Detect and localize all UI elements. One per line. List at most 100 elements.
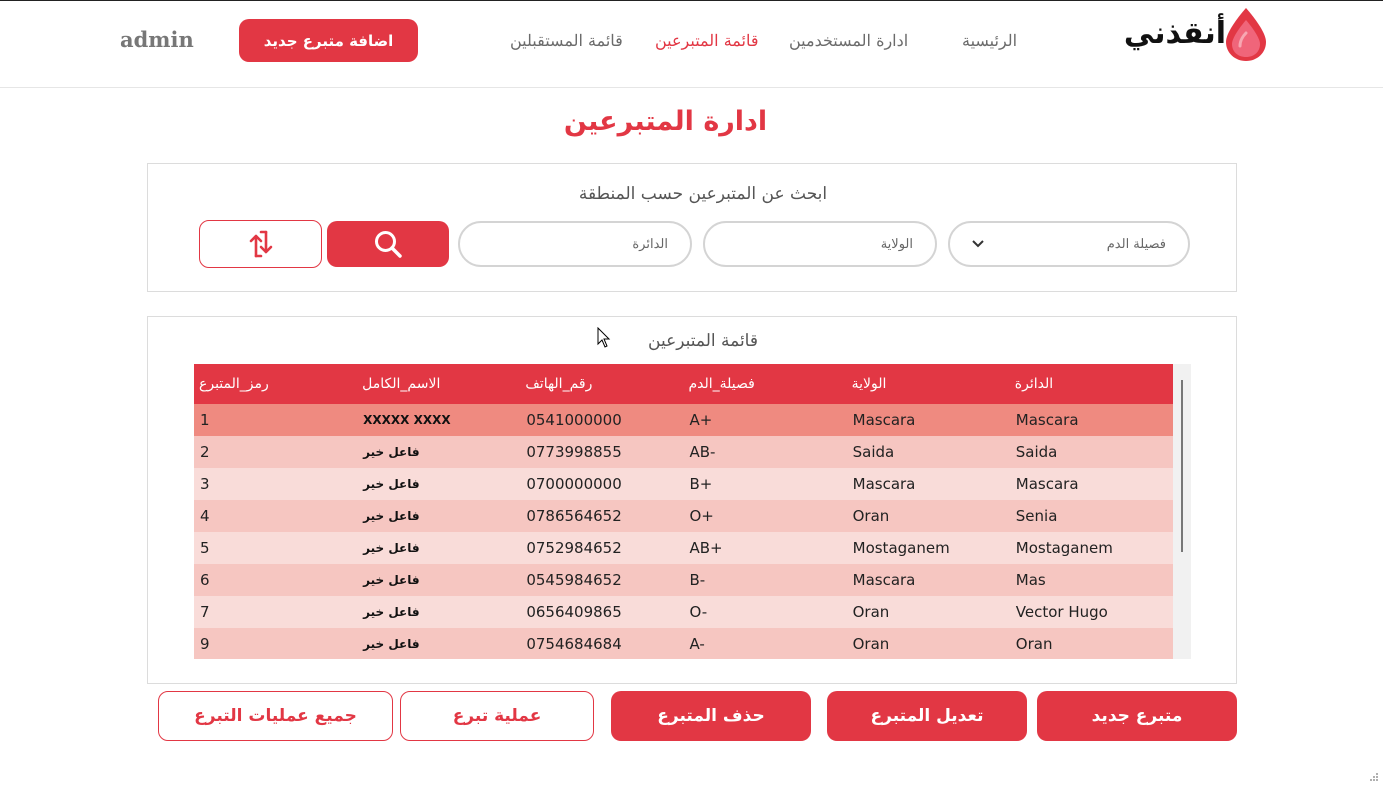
nav-home[interactable]: الرئيسية [962,31,1017,50]
table-cell: A+ [683,404,847,436]
table-cell: 5 [194,532,358,564]
table-cell: فاعل خير [357,436,521,468]
table-row[interactable]: 4 فاعل خير 0786564652 O+ Oran Senia [194,500,1173,532]
blood-type-select[interactable]: فصيلة الدم [948,221,1190,267]
table-cell: 0786564652 [520,500,684,532]
delete-donor-button[interactable]: حذف المتبرع [611,691,811,741]
refresh-button[interactable] [199,220,322,268]
wilaya-placeholder: الولاية [880,236,913,252]
table-cell: O- [683,596,847,628]
daira-input[interactable]: الدائرة [458,221,692,267]
donors-list-panel: قائمة المتبرعين رمز_المتبرع الاسم_الكامل… [147,316,1237,684]
table-cell: Vector Hugo [1009,596,1173,628]
table-cell: فاعل خير [357,628,521,659]
table-cell: 0656409865 [520,596,684,628]
table-row[interactable]: 7 فاعل خير 0656409865 O- Oran Vector Hugo [194,596,1173,628]
table-cell: 2 [194,436,358,468]
table-cell: 0545984652 [520,564,684,596]
table-cell: A- [683,628,847,659]
nav-users-management[interactable]: ادارة المستخدمين [789,31,908,50]
table-cell: فاعل خير [357,596,521,628]
donors-table: رمز_المتبرع الاسم_الكامل رقم_الهاتف فصيل… [194,364,1173,659]
table-cell: 1 [194,404,358,436]
table-cell: Mostaganem [846,532,1010,564]
column-header[interactable]: رمز_المتبرع [194,364,358,404]
mouse-cursor-icon [597,327,611,348]
table-cell: Senia [1009,500,1173,532]
list-heading: قائمة المتبرعين [648,331,758,351]
table-cell: AB+ [683,532,847,564]
daira-placeholder: الدائرة [632,236,668,252]
table-row[interactable]: 5 فاعل خير 0752984652 AB+ Mostaganem Mostagan… [194,532,1173,564]
top-navbar: أنقذني الرئيسية ادارة المستخدمين قائمة ا… [0,1,1383,88]
edit-donor-button[interactable]: تعديل المتبرع [827,691,1027,741]
search-icon [375,231,402,258]
table-cell: Mascara [1009,468,1173,500]
brand-logo[interactable]: أنقذني [1118,6,1270,62]
table-cell: 7 [194,596,358,628]
table-cell: Saida [846,436,1010,468]
table-cell: O+ [683,500,847,532]
table-cell: فاعل خير [357,500,521,532]
table-row[interactable]: 2 فاعل خير 0773998855 AB- Saida Saida [194,436,1173,468]
table-row[interactable]: 1 XXXXX XXXX 0541000000 A+ Mascara Mascara [194,404,1173,436]
table-cell: Oran [846,596,1010,628]
nav-recipients-list[interactable]: قائمة المستقبلين [510,31,623,50]
table-row[interactable]: 6 فاعل خير 0545984652 B- Mascara Mas [194,564,1173,596]
table-cell: Mas [1009,564,1173,596]
table-scrollbar[interactable] [1173,364,1191,659]
table-cell: فاعل خير [357,532,521,564]
table-cell: 9 [194,628,358,659]
table-cell: 3 [194,468,358,500]
table-cell: 0754684684 [520,628,684,659]
donation-operation-button[interactable]: عملية تبرع [400,691,594,741]
donors-table-container: رمز_المتبرع الاسم_الكامل رقم_الهاتف فصيل… [194,364,1191,659]
table-cell: Oran [846,628,1010,659]
table-cell: B- [683,564,847,596]
all-donations-button[interactable]: جميع عمليات التبرع [158,691,393,741]
table-cell: Mostaganem [1009,532,1173,564]
table-row[interactable]: 3 فاعل خير 0700000000 B+ Mascara Mascara [194,468,1173,500]
table-cell: Mascara [846,564,1010,596]
table-cell: Saida [1009,436,1173,468]
table-cell: 4 [194,500,358,532]
table-cell: 0773998855 [520,436,684,468]
page-title: ادارة المتبرعين [563,106,768,137]
table-cell: B+ [683,468,847,500]
refresh-icon [249,230,272,258]
nav-donors-list[interactable]: قائمة المتبرعين [655,31,759,50]
column-header[interactable]: الاسم_الكامل [357,364,521,404]
scrollbar-thumb[interactable] [1181,380,1183,552]
table-header-row: رمز_المتبرع الاسم_الكامل رقم_الهاتف فصيل… [194,364,1173,404]
table-cell: AB- [683,436,847,468]
search-heading: ابحث عن المتبرعين حسب المنطقة [578,184,828,204]
blood-drop-icon [1226,8,1266,61]
table-cell: XXXXX XXXX [357,404,521,436]
brand-name: أنقذني [1123,16,1226,51]
chevron-down-icon [972,240,984,248]
resize-grip-icon[interactable] [1369,772,1379,782]
table-cell: Mascara [846,468,1010,500]
table-cell: 6 [194,564,358,596]
table-cell: فاعل خير [357,564,521,596]
search-panel: ابحث عن المتبرعين حسب المنطقة فصيلة الدم… [147,163,1237,292]
user-account-label[interactable]: admin [120,27,194,52]
new-donor-button[interactable]: متبرع جديد [1037,691,1237,741]
table-cell: فاعل خير [357,468,521,500]
table-cell: Oran [846,500,1010,532]
search-button[interactable] [327,221,449,267]
table-cell: Mascara [846,404,1010,436]
add-donor-button[interactable]: اضافة متبرع جديد [239,19,418,62]
column-header[interactable]: الدائرة [1009,364,1173,404]
blood-type-select-value: فصيلة الدم [1106,236,1166,252]
column-header[interactable]: فصيلة_الدم [683,364,847,404]
table-cell: 0541000000 [520,404,684,436]
wilaya-input[interactable]: الولاية [703,221,937,267]
column-header[interactable]: الولاية [846,364,1010,404]
table-cell: 0752984652 [520,532,684,564]
table-cell: 0700000000 [520,468,684,500]
table-cell: Oran [1009,628,1173,659]
table-cell: Mascara [1009,404,1173,436]
table-row[interactable]: 9 فاعل خير 0754684684 A- Oran Oran [194,628,1173,659]
column-header[interactable]: رقم_الهاتف [520,364,684,404]
